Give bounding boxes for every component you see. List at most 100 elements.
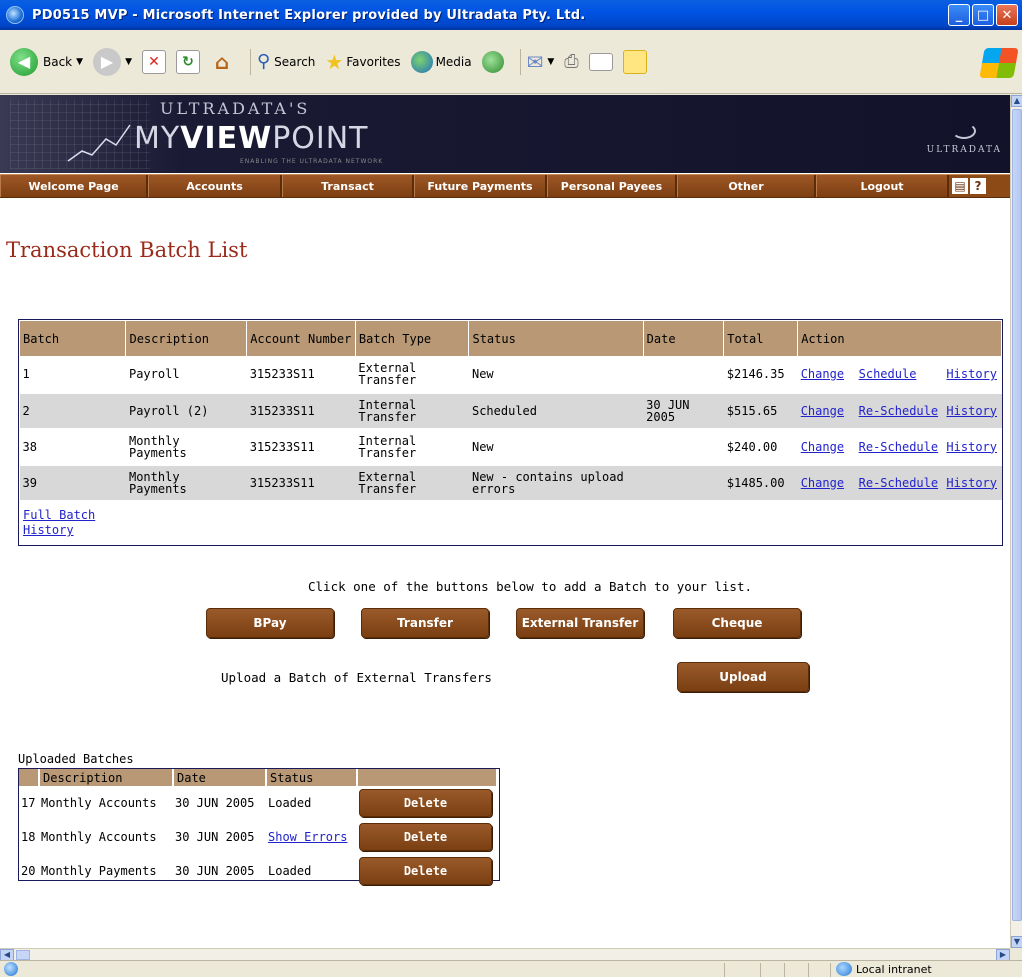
batch-date [643,428,724,466]
nav-welcome-page[interactable]: Welcome Page [0,175,148,197]
cheque-button[interactable]: Cheque [673,608,801,638]
nav-logout[interactable]: Logout [816,175,949,197]
history-link[interactable]: History [946,440,997,454]
batch-status: New [468,356,644,394]
back-button[interactable]: ◀ Back ▼ [10,47,83,76]
reschedule-link[interactable]: Re-Schedule [859,440,938,454]
batch-account: 315233S11 [246,356,356,394]
back-dropdown-icon[interactable]: ▼ [76,57,83,67]
browser-toolbar: ◀ Back ▼ ▶ ▼ ✕ ↻ ⌂ ⚲ Search ★ Favorites … [0,30,1022,94]
col-account-number: Account Number [246,320,356,357]
col-date: Date [642,320,725,357]
search-icon: ⚲ [256,51,271,72]
search-label: Search [274,54,316,69]
nav-accounts[interactable]: Accounts [148,175,282,197]
upload-label: Upload a Batch of External Transfers [221,670,492,685]
delete-button[interactable]: Delete [359,789,492,817]
nav-other[interactable]: Other [677,175,816,197]
favorites-label: Favorites [346,54,401,69]
uploaded-batches-label: Uploaded Batches [18,752,134,766]
history-link[interactable]: History [946,476,997,490]
home-button[interactable]: ⌂ [210,50,234,74]
banner-tagline: ENABLING THE ULTRADATA NETWORK [240,158,384,165]
security-zone: Local intranet [836,962,932,976]
col-action: Action [797,320,1002,357]
col-batch-type: Batch Type [354,320,470,357]
mail-icon: ✉ [526,49,544,74]
print-icon[interactable]: ▤ [952,178,968,194]
favorites-button[interactable]: ★ Favorites [325,50,400,74]
page-status-icon [4,962,18,976]
printer-icon: ⎙ [564,51,579,72]
col-up-status: Status [266,769,358,786]
refresh-button[interactable]: ↻ [175,49,200,74]
stop-button[interactable]: ✕ [141,49,166,74]
banner-my: MY [134,121,181,156]
table-row: 38 Monthly Payments 315233S11 Internal T… [19,428,1002,466]
media-icon [410,50,433,73]
upload-button[interactable]: Upload [677,662,809,692]
table-row: 17 Monthly Accounts 30 JUN 2005 Loaded D… [19,786,497,820]
mail-dropdown-icon[interactable]: ▼ [547,57,554,67]
history-icon [481,50,504,73]
print-button[interactable]: ⎙ [564,51,578,72]
reschedule-link[interactable]: Re-Schedule [859,476,938,490]
vertical-scroll-thumb[interactable] [1012,109,1022,921]
schedule-link[interactable]: Schedule [859,367,917,381]
table-row: 1 Payroll 315233S11 External Transfer Ne… [19,356,1002,394]
banner-view: VIEW [180,121,273,156]
nav-future-payments[interactable]: Future Payments [414,175,547,197]
scroll-down-icon[interactable]: ▼ [1011,936,1022,948]
forward-button[interactable]: ▶ ▼ [93,47,132,76]
mail-button[interactable]: ✉ ▼ [527,50,555,74]
batch-table-header: Batch Description Account Number Batch T… [18,320,1002,357]
upload-num: 18 [21,830,36,844]
edit-button[interactable] [588,52,613,71]
batch-total: $240.00 [723,428,798,466]
change-link[interactable]: Change [801,476,844,490]
external-transfer-button[interactable]: External Transfer [516,608,644,638]
bpay-button[interactable]: BPay [206,608,334,638]
window-title: PD0515 MVP - Microsoft Internet Explorer… [32,7,586,23]
close-button[interactable]: ✕ [996,4,1018,26]
batch-type: Internal Transfer [355,428,469,466]
change-link[interactable]: Change [801,440,844,454]
search-button[interactable]: ⚲ Search [257,51,315,72]
history-link[interactable]: History [946,404,997,418]
vertical-scrollbar[interactable]: ▲ ▼ [1010,95,1022,948]
batch-type: Internal Transfer [355,392,469,430]
history-button[interactable] [481,50,504,73]
table-row: 2 Payroll (2) 315233S11 Internal Transfe… [19,392,1002,430]
history-link[interactable]: History [946,367,997,381]
scroll-up-icon[interactable]: ▲ [1011,95,1022,107]
full-history-wrapper: Full Batch History [23,508,103,538]
horizontal-scrollbar[interactable]: ◀ ▶ [0,948,1010,961]
status-cell [760,963,761,977]
help-icon[interactable]: ? [970,178,986,194]
horizontal-scroll-thumb[interactable] [16,950,30,960]
upload-description: Monthly Accounts [41,830,157,844]
reschedule-link[interactable]: Re-Schedule [859,404,938,418]
ultradata-logo: ULTRADATA [927,123,1002,155]
back-arrow-icon: ◀ [10,47,38,76]
forward-dropdown-icon[interactable]: ▼ [125,57,132,67]
transfer-button[interactable]: Transfer [361,608,489,638]
media-button[interactable]: Media [410,50,472,73]
change-link[interactable]: Change [801,404,844,418]
upload-date: 30 JUN 2005 [175,864,255,878]
delete-button[interactable]: Delete [359,823,492,851]
show-errors-link[interactable]: Show Errors [268,830,347,844]
minimize-button[interactable]: _ [948,4,970,26]
full-batch-history-link[interactable]: Full Batch History [23,508,95,537]
nav-transact[interactable]: Transact [282,175,414,197]
status-cell [784,963,785,977]
change-link[interactable]: Change [801,367,844,381]
note-icon [622,49,647,74]
maximize-button[interactable]: □ [972,4,994,26]
messenger-button[interactable] [622,49,647,74]
uploaded-table-header: Description Date Status [19,769,498,786]
nav-personal-payees[interactable]: Personal Payees [547,175,677,197]
col-batch: Batch [18,320,127,357]
delete-button[interactable]: Delete [359,857,492,885]
batch-description: Payroll [125,356,247,394]
